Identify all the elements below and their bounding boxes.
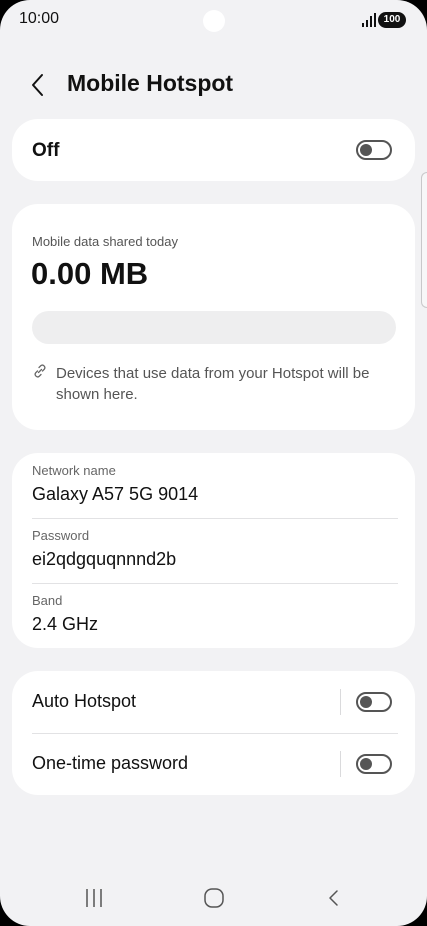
- auto-hotspot-toggle[interactable]: [356, 692, 392, 712]
- usage-label: Mobile data shared today: [32, 234, 178, 249]
- status-time: 10:00: [19, 10, 60, 27]
- status-bar: 10:00 100: [0, 0, 427, 42]
- divider: [32, 518, 398, 519]
- vertical-separator: [340, 689, 341, 715]
- network-name-item[interactable]: Network name Galaxy A57 5G 9014: [32, 463, 397, 506]
- one-time-password-toggle[interactable]: [356, 754, 392, 774]
- page-title: Mobile Hotspot: [67, 70, 234, 96]
- usage-progress-bar: [32, 311, 396, 344]
- divider: [32, 583, 398, 584]
- hotspot-options-card: Auto Hotspot One-time password: [12, 671, 415, 795]
- signal-icon: [362, 13, 376, 27]
- password-item[interactable]: Password ei2qdgquqnnnd2b: [32, 528, 397, 571]
- master-switch-label: Off: [32, 140, 60, 161]
- link-icon: [34, 364, 46, 378]
- band-value: 2.4 GHz: [32, 614, 99, 634]
- camera-cutout: [203, 10, 225, 32]
- vertical-separator: [340, 751, 341, 777]
- usage-value: 0.00 MB: [31, 256, 149, 291]
- home-icon[interactable]: [202, 886, 226, 910]
- network-settings-card: Network name Galaxy A57 5G 9014 Password…: [12, 453, 415, 648]
- band-label: Band: [32, 593, 63, 608]
- back-button[interactable]: [24, 70, 54, 100]
- auto-hotspot-label: Auto Hotspot: [32, 691, 137, 711]
- network-name-value: Galaxy A57 5G 9014: [32, 484, 199, 504]
- one-time-password-row[interactable]: One-time password: [12, 733, 415, 795]
- password-value: ei2qdgquqnnnd2b: [32, 549, 177, 569]
- navigation-bar: [0, 876, 427, 922]
- chevron-left-icon: [32, 74, 43, 96]
- page-header: Mobile Hotspot: [0, 60, 427, 108]
- network-name-label: Network name: [32, 463, 116, 478]
- one-time-password-label: One-time password: [32, 753, 189, 773]
- edge-panel-handle[interactable]: [421, 172, 427, 308]
- password-label: Password: [32, 528, 90, 543]
- battery-indicator: 100: [378, 12, 406, 28]
- band-item[interactable]: Band 2.4 GHz: [32, 593, 397, 636]
- phone-screen: 10:00 100 Mobile Hotspot Off Mobile data…: [0, 0, 427, 926]
- back-icon[interactable]: [322, 886, 346, 910]
- auto-hotspot-row[interactable]: Auto Hotspot: [12, 671, 415, 733]
- master-switch-card[interactable]: Off: [12, 119, 415, 181]
- data-usage-card: Mobile data shared today 0.00 MB Devices…: [12, 204, 415, 430]
- recents-icon[interactable]: [82, 886, 106, 910]
- usage-note: Devices that use data from your Hotspot …: [56, 365, 370, 403]
- hotspot-toggle[interactable]: [356, 140, 392, 160]
